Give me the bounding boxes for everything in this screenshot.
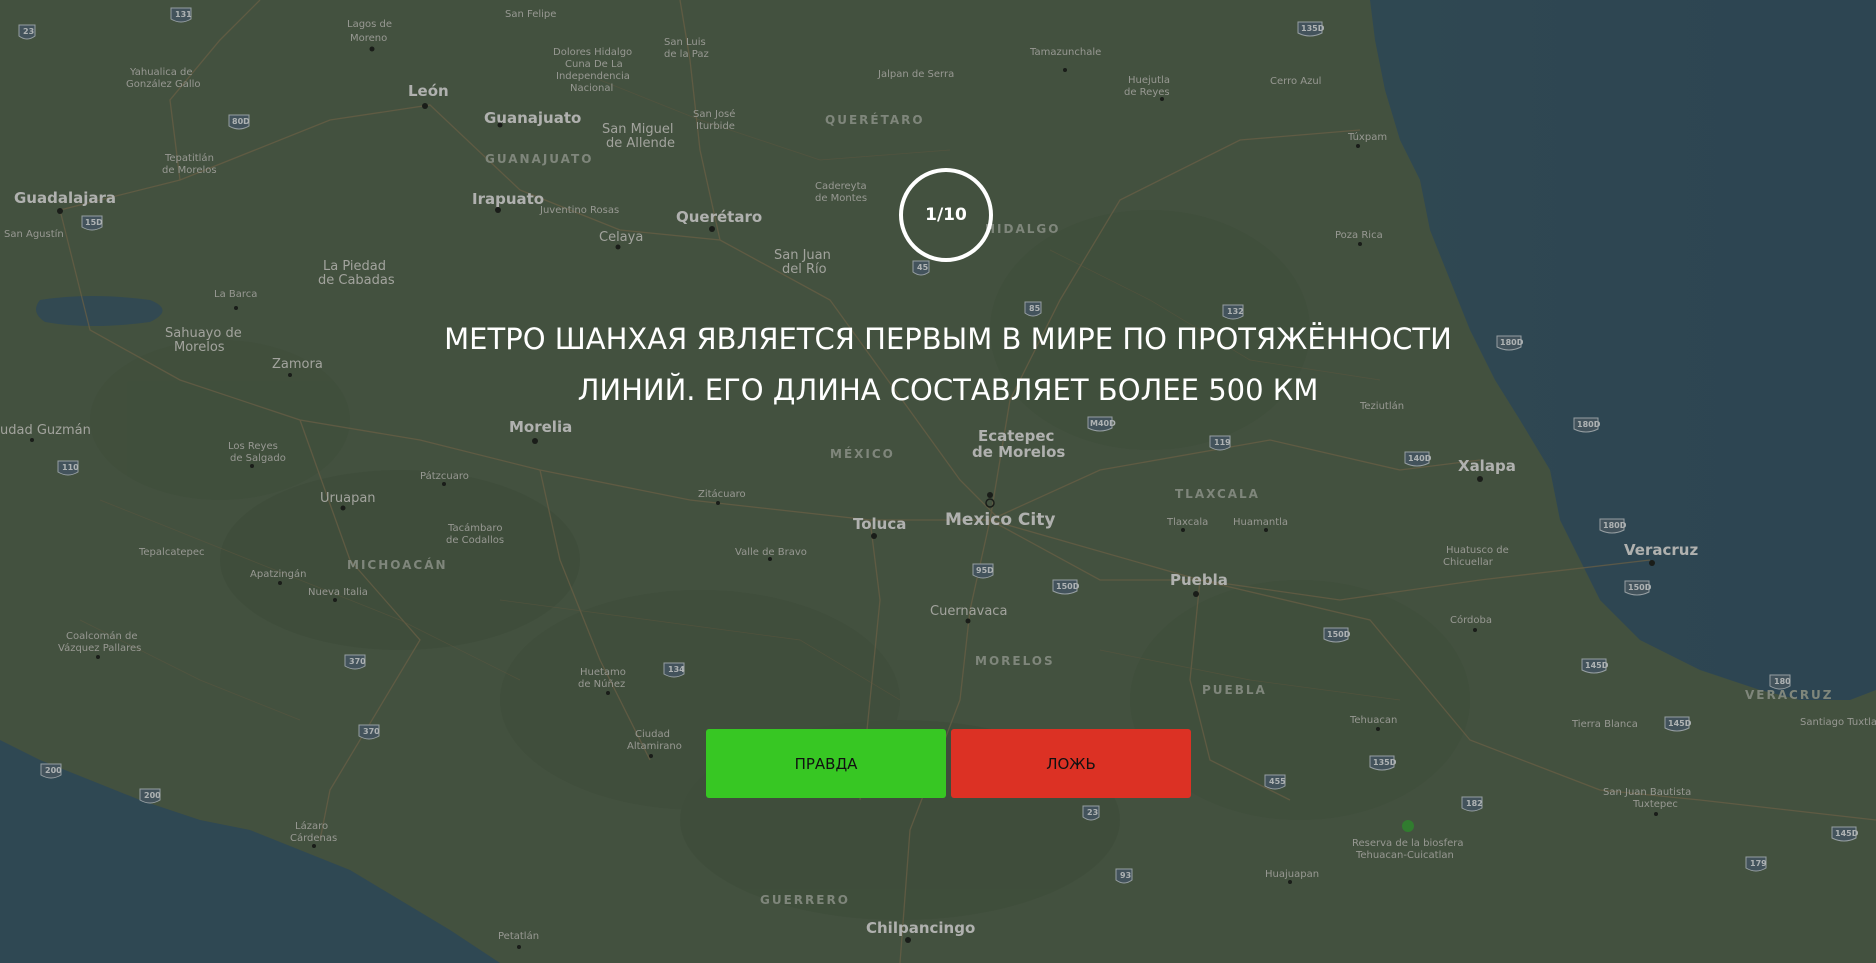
quiz-screen: GUANAJUATO QUERÉTARO HIDALGO MICHOACÁN M… (0, 0, 1876, 963)
true-button-label: Правда (794, 754, 858, 773)
false-button[interactable]: Ложь (951, 729, 1191, 798)
map-overlay (0, 0, 1876, 963)
question-counter: 1/10 (899, 168, 993, 262)
question-counter-text: 1/10 (925, 205, 967, 225)
true-button[interactable]: Правда (706, 729, 946, 798)
false-button-label: Ложь (1046, 754, 1096, 773)
question-text: Метро Шанхая является первым в мире по п… (444, 322, 1452, 407)
